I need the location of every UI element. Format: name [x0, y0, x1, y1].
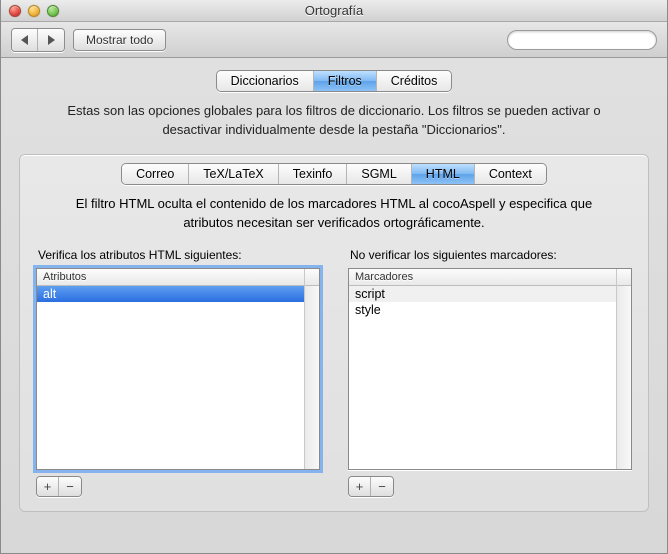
list-item[interactable]: style	[349, 302, 616, 318]
tab-diccionarios[interactable]: Diccionarios	[217, 71, 314, 91]
attributes-add-button[interactable]: +	[37, 477, 59, 496]
preferences-window: Ortografía Mostrar todo DiccionariosFilt…	[0, 0, 668, 554]
markers-remove-button[interactable]: −	[371, 477, 393, 496]
toolbar: Mostrar todo	[1, 22, 667, 58]
forward-button[interactable]	[38, 29, 64, 51]
scrollbar[interactable]	[304, 269, 319, 469]
tab-cr-ditos[interactable]: Créditos	[377, 71, 452, 91]
markers-add-button[interactable]: +	[349, 477, 371, 496]
titlebar: Ortografía	[1, 0, 667, 22]
window-controls	[1, 5, 59, 17]
filter-tab-sgml[interactable]: SGML	[347, 164, 411, 184]
show-all-button[interactable]: Mostrar todo	[73, 29, 166, 51]
filter-tab-html[interactable]: HTML	[412, 164, 475, 184]
search-input[interactable]	[518, 33, 668, 47]
scrollbar[interactable]	[616, 269, 631, 469]
window-title: Ortografía	[1, 3, 667, 18]
attributes-header[interactable]: Atributos	[37, 269, 304, 286]
markers-column: No verificar los siguientes marcadores: …	[348, 244, 632, 497]
list-item[interactable]: alt	[37, 286, 304, 302]
zoom-icon[interactable]	[47, 5, 59, 17]
markers-label: No verificar los siguientes marcadores:	[350, 248, 632, 262]
filters-panel: CorreoTeX/LaTeXTexinfoSGMLHTMLContext El…	[19, 154, 649, 513]
tab-filtros[interactable]: Filtros	[314, 71, 377, 91]
filter-tab-texinfo[interactable]: Texinfo	[279, 164, 348, 184]
main-tabbar: DiccionariosFiltrosCréditos	[19, 70, 649, 92]
markers-list[interactable]: Marcadores scriptstyle	[348, 268, 632, 470]
attributes-add-remove: + −	[36, 476, 82, 497]
attributes-column: Verifica los atributos HTML siguientes: …	[36, 244, 320, 497]
chevron-left-icon	[21, 35, 28, 45]
attributes-label: Verifica los atributos HTML siguientes:	[38, 248, 320, 262]
html-filter-description: El filtro HTML oculta el contenido de lo…	[52, 195, 616, 233]
back-button[interactable]	[12, 29, 38, 51]
search-field[interactable]	[507, 30, 657, 50]
filter-tab-context[interactable]: Context	[475, 164, 546, 184]
attributes-list[interactable]: Atributos alt	[36, 268, 320, 470]
nav-back-forward	[11, 28, 65, 52]
chevron-right-icon	[48, 35, 55, 45]
minimize-icon[interactable]	[28, 5, 40, 17]
markers-add-remove: + −	[348, 476, 394, 497]
list-item[interactable]: script	[349, 286, 616, 302]
filter-tab-correo[interactable]: Correo	[122, 164, 189, 184]
markers-header[interactable]: Marcadores	[349, 269, 616, 286]
filter-tabbar: CorreoTeX/LaTeXTexinfoSGMLHTMLContext	[32, 163, 636, 185]
close-icon[interactable]	[9, 5, 21, 17]
filter-tab-tex-latex[interactable]: TeX/LaTeX	[189, 164, 278, 184]
attributes-remove-button[interactable]: −	[59, 477, 81, 496]
filters-description: Estas son las opciones globales para los…	[49, 102, 619, 140]
content: DiccionariosFiltrosCréditos Estas son la…	[1, 58, 667, 530]
